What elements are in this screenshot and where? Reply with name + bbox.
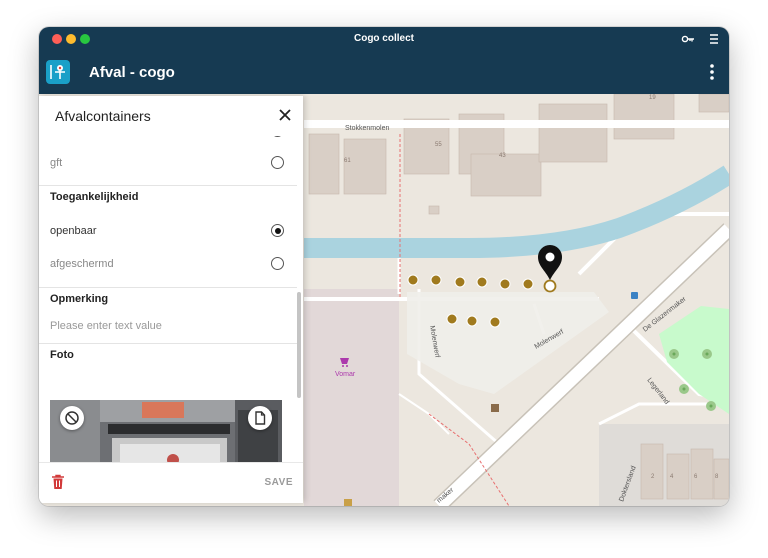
house-number: 55	[435, 142, 442, 148]
delete-icon[interactable]	[51, 474, 65, 490]
container-point[interactable]	[407, 274, 419, 286]
save-button[interactable]: SAVE	[265, 477, 294, 488]
radio-button-selected[interactable]	[271, 224, 284, 237]
container-type-option[interactable]: gft	[39, 148, 297, 180]
feature-form-panel: Afvalcontainers restafval gft Toegankeli…	[39, 96, 303, 503]
selected-container-point[interactable]	[543, 279, 557, 293]
panel-footer: SAVE	[39, 462, 303, 503]
close-icon[interactable]	[277, 107, 293, 123]
bus-stop-icon[interactable]	[631, 292, 638, 299]
remark-label: Opmerking	[50, 293, 109, 305]
app-window: Cogo collect Afval - cogo 61 55 43 35 19…	[39, 27, 729, 506]
container-point[interactable]	[522, 278, 534, 290]
container-type-option[interactable]: restafval	[39, 136, 297, 148]
container-point[interactable]	[454, 276, 466, 288]
remark-input[interactable]: Please enter text value	[50, 320, 162, 332]
title-bar: Cogo collect	[39, 27, 729, 51]
container-point[interactable]	[499, 278, 511, 290]
house-number: 19	[649, 95, 656, 101]
file-icon	[255, 411, 266, 425]
poi-icon[interactable]	[344, 499, 352, 506]
app-title: Afval - cogo	[89, 64, 175, 81]
divider	[39, 343, 297, 344]
option-label: openbaar	[50, 225, 97, 237]
panel-header: Afvalcontainers	[39, 96, 303, 136]
accessibility-option-afgeschermd[interactable]: afgeschermd	[39, 249, 297, 281]
menu-icon[interactable]	[709, 32, 719, 46]
more-options-icon[interactable]	[709, 63, 715, 81]
container-point[interactable]	[466, 315, 478, 327]
panel-title: Afvalcontainers	[55, 108, 151, 124]
key-icon[interactable]	[681, 32, 695, 46]
remove-photo-button[interactable]	[60, 406, 84, 430]
accessibility-label: Toegankelijkheid	[50, 191, 139, 203]
option-label: gft	[50, 157, 63, 169]
house-number: 43	[499, 153, 506, 159]
block-icon	[65, 411, 79, 425]
radio-button[interactable]	[271, 136, 284, 137]
scrollbar[interactable]	[297, 292, 301, 398]
radio-button[interactable]	[271, 156, 284, 169]
app-logo	[46, 60, 70, 84]
photo-label: Foto	[50, 349, 74, 361]
street-label: Stokkenmolen	[345, 125, 389, 132]
container-point[interactable]	[489, 316, 501, 328]
container-point[interactable]	[430, 274, 442, 286]
container-point[interactable]	[476, 276, 488, 288]
option-label: afgeschermd	[50, 258, 114, 270]
poi-icon[interactable]	[491, 404, 499, 412]
open-file-button[interactable]	[248, 406, 272, 430]
map-pin-logo-icon	[50, 65, 65, 79]
divider	[39, 287, 297, 288]
radio-button[interactable]	[271, 257, 284, 270]
poi-label: Vomar	[335, 371, 356, 378]
container-point[interactable]	[446, 313, 458, 325]
accessibility-option-openbaar[interactable]: openbaar	[39, 216, 297, 248]
option-label: restafval	[50, 136, 92, 137]
app-bar: Afval - cogo	[39, 51, 729, 94]
divider	[39, 185, 297, 186]
house-number: 61	[344, 158, 351, 164]
window-title: Cogo collect	[353, 33, 414, 44]
